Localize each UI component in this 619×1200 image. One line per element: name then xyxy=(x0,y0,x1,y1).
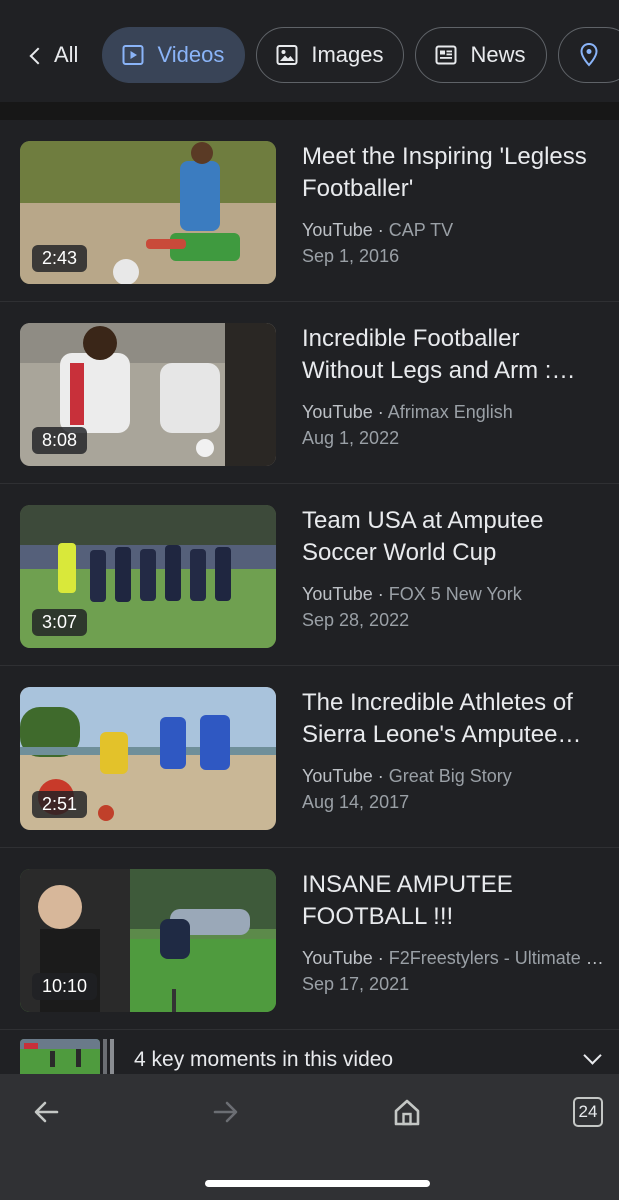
video-info: Meet the Inspiring 'Legless Footballer' … xyxy=(302,141,607,269)
key-moments-label: 4 key moments in this video xyxy=(134,1048,394,1071)
chip-videos-label: Videos xyxy=(157,42,225,67)
video-title[interactable]: Meet the Inspiring 'Legless Footballer' xyxy=(302,141,607,205)
chip-images-label: Images xyxy=(311,42,384,67)
back-arrow-icon xyxy=(34,1101,59,1123)
video-thumbnail[interactable]: 3:07 xyxy=(20,505,276,648)
video-info: The Incredible Athletes of Sierra Leone'… xyxy=(302,687,607,815)
video-source: YouTube · F2Freestylers - Ultimate Socce… xyxy=(302,945,607,971)
video-thumbnail[interactable]: 2:43 xyxy=(20,141,276,284)
video-result[interactable]: 3:07 Team USA at Amputee Soccer World Cu… xyxy=(0,484,619,666)
video-title[interactable]: The Incredible Athletes of Sierra Leone'… xyxy=(302,687,607,751)
key-moment-thumbnail xyxy=(20,1039,100,1075)
video-date: Sep 17, 2021 xyxy=(302,974,410,994)
channel-name: Great Big Story xyxy=(388,766,512,786)
video-duration: 2:43 xyxy=(32,245,88,272)
video-title[interactable]: Team USA at Amputee Soccer World Cup xyxy=(302,505,607,569)
video-thumbnail[interactable]: 8:08 xyxy=(20,323,276,466)
source-name: YouTube xyxy=(302,584,373,604)
forward-arrow-icon xyxy=(213,1101,238,1123)
video-info: Incredible Footballer Without Legs and A… xyxy=(302,323,607,451)
source-name: YouTube xyxy=(302,220,373,240)
tab-count: 24 xyxy=(578,1102,598,1121)
chip-images[interactable]: Images xyxy=(256,27,405,83)
divider xyxy=(0,102,619,120)
video-source: YouTube · Great Big Story xyxy=(302,766,512,786)
video-duration: 10:10 xyxy=(32,973,98,1000)
video-info: INSANE AMPUTEE FOOTBALL !!! YouTube · F2… xyxy=(302,869,607,997)
chevron-left-icon xyxy=(29,47,47,64)
home-icon xyxy=(394,1099,420,1126)
forward-button[interactable] xyxy=(204,1090,248,1134)
tabs-button[interactable]: 24 xyxy=(566,1090,610,1134)
video-date: Aug 14, 2017 xyxy=(302,792,410,812)
video-date: Sep 28, 2022 xyxy=(302,610,410,630)
chip-videos[interactable]: Videos xyxy=(102,27,246,83)
channel-name: FOX 5 New York xyxy=(388,584,522,604)
map-pin-icon xyxy=(579,42,598,67)
source-name: YouTube xyxy=(302,402,373,422)
video-source: YouTube · CAP TV xyxy=(302,220,454,240)
back-to-all-button[interactable]: All xyxy=(29,42,79,68)
video-duration: 8:08 xyxy=(32,427,88,454)
video-date: Sep 1, 2016 xyxy=(302,246,400,266)
back-to-all-label: All xyxy=(54,42,79,67)
chip-news[interactable]: News xyxy=(415,27,547,83)
tabs-icon: 24 xyxy=(573,1097,603,1127)
video-title[interactable]: Incredible Footballer Without Legs and A… xyxy=(302,323,607,387)
channel-name: Afrimax English xyxy=(387,402,513,422)
back-button[interactable] xyxy=(24,1090,68,1134)
video-info: Team USA at Amputee Soccer World Cup You… xyxy=(302,505,607,633)
chip-maps[interactable] xyxy=(557,27,619,83)
channel-name: CAP TV xyxy=(388,220,454,240)
chip-news-label: News xyxy=(470,42,526,67)
video-date: Aug 1, 2022 xyxy=(302,428,400,448)
filter-chip-row: All Videos Images News xyxy=(0,27,619,83)
video-result[interactable]: 2:51 The Incredible Athletes of Sierra L… xyxy=(0,666,619,848)
video-result[interactable]: 8:08 Incredible Footballer Without Legs … xyxy=(0,302,619,484)
video-thumbnail[interactable]: 2:51 xyxy=(20,687,276,830)
video-duration: 3:07 xyxy=(32,609,88,636)
filter-chip-bar: All Videos Images News xyxy=(0,0,619,104)
chevron-down-icon xyxy=(583,1046,602,1065)
channel-name: F2Freestylers - Ultimate Soccer Skills C… xyxy=(388,948,607,968)
image-icon xyxy=(276,45,298,65)
video-results-list: 2:43 Meet the Inspiring 'Legless Footbal… xyxy=(0,120,619,1030)
video-result[interactable]: 2:43 Meet the Inspiring 'Legless Footbal… xyxy=(0,120,619,302)
news-icon xyxy=(435,45,457,65)
source-name: YouTube xyxy=(302,766,373,786)
video-title[interactable]: INSANE AMPUTEE FOOTBALL !!! xyxy=(302,869,607,933)
video-result[interactable]: 10:10 INSANE AMPUTEE FOOTBALL !!! YouTub… xyxy=(0,848,619,1030)
home-button[interactable] xyxy=(385,1090,429,1134)
source-name: YouTube xyxy=(302,948,373,968)
video-duration: 2:51 xyxy=(32,791,88,818)
video-thumbnail[interactable]: 10:10 xyxy=(20,869,276,1012)
key-moment-stack xyxy=(103,1039,119,1075)
video-source: YouTube · FOX 5 New York xyxy=(302,584,522,604)
key-moments-toggle[interactable]: 4 key moments in this video xyxy=(0,1030,619,1075)
video-source: YouTube · Afrimax English xyxy=(302,402,513,422)
video-icon xyxy=(122,45,144,65)
home-indicator[interactable] xyxy=(205,1180,430,1187)
